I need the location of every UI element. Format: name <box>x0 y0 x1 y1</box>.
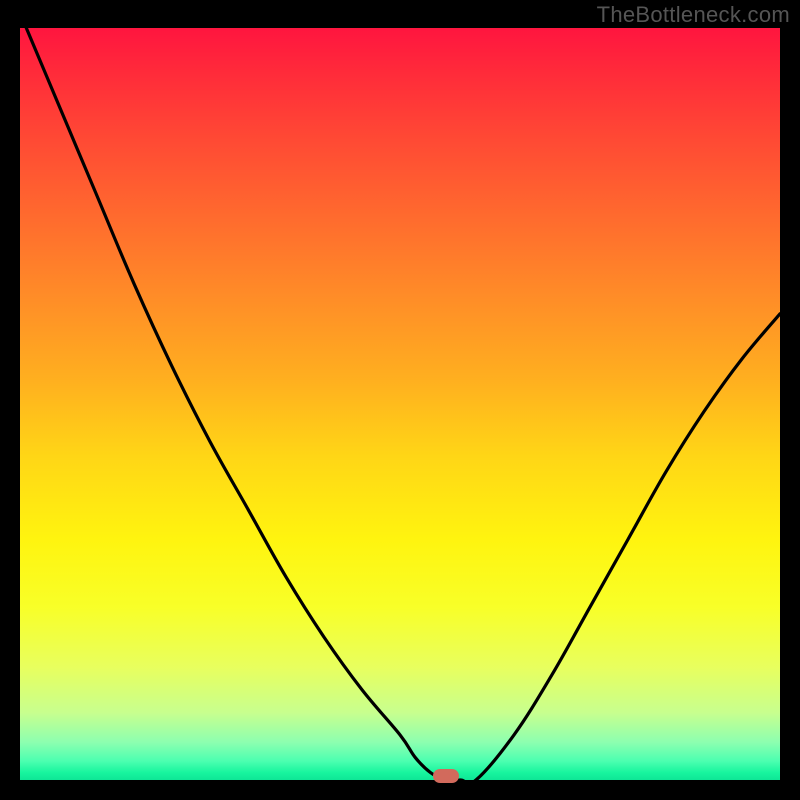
bottleneck-curve <box>20 28 780 780</box>
plot-area-outer <box>20 28 780 780</box>
watermark-text: TheBottleneck.com <box>597 2 790 28</box>
minimum-marker <box>433 769 459 783</box>
chart-frame: TheBottleneck.com <box>0 0 800 800</box>
